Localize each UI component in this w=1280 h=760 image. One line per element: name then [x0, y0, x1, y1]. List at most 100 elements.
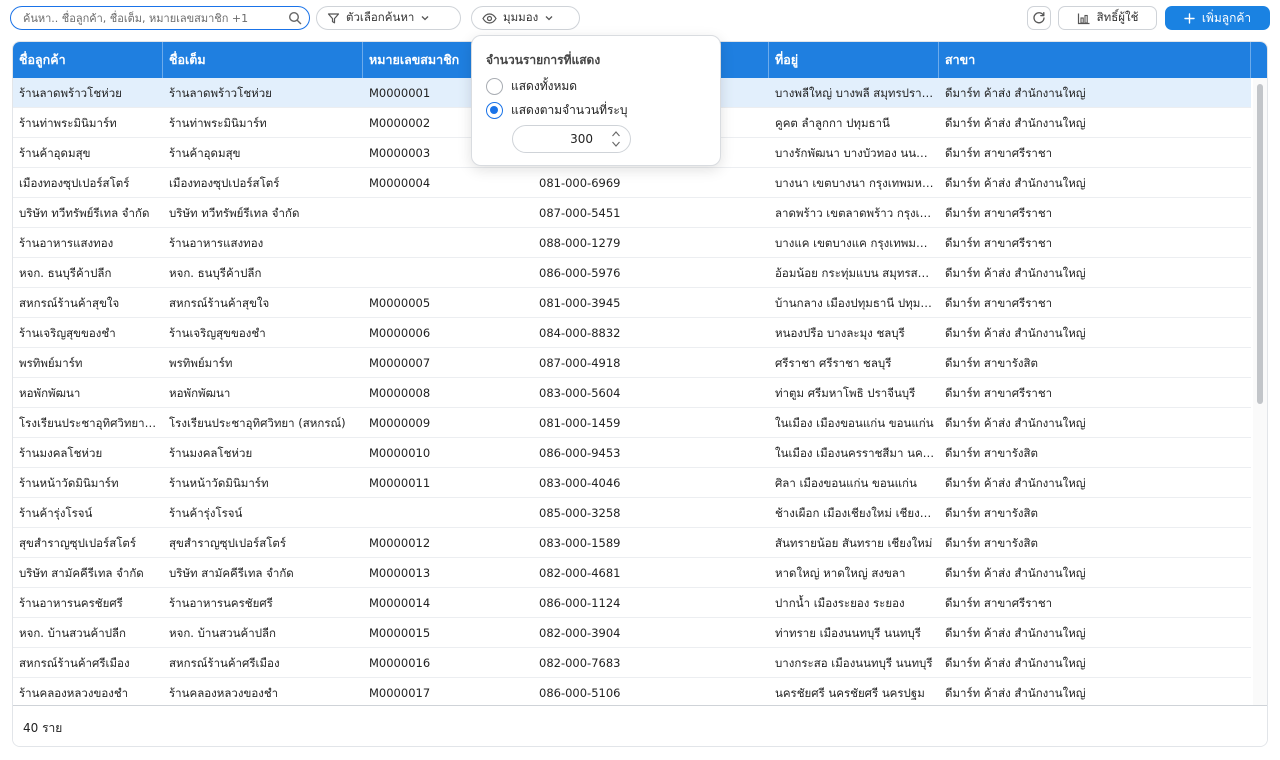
radio-show-all[interactable]: แสดงทั้งหมด [486, 77, 577, 96]
search-input[interactable] [23, 10, 285, 26]
cell-full-name: พรทิพย์มาร์ท [169, 356, 233, 370]
table-row[interactable]: ร้านคลองหลวงของชำ ร้านคลองหลวงของชำ M00000… [13, 678, 1251, 705]
cell-member-number [363, 258, 533, 288]
table-row[interactable]: บริษัท ทวีทรัพย์รีเทล จำกัด บริษัท ทวีทรั… [13, 198, 1251, 228]
table-row[interactable]: สหกรณ์ร้านค้าศรีเมือง สหกรณ์ร้านค้าศรีเมื… [13, 648, 1251, 678]
cell-full-name: ร้านมงคลโชห่วย [169, 446, 253, 460]
cell-phone: 082-000-3904 [539, 626, 621, 640]
column-header-branch[interactable]: สาขา [939, 42, 1251, 78]
table-row[interactable]: สหกรณ์ร้านค้าสุขใจ สหกรณ์ร้านค้าสุขใจ M000… [13, 288, 1251, 318]
radio-show-limited[interactable]: แสดงตามจำนวนที่ระบุ [486, 101, 627, 120]
refresh-button[interactable] [1027, 6, 1051, 30]
cell-customer-name: ร้านคลองหลวงของชำ [19, 686, 129, 700]
cell-full-name: ร้านหน้าวัดมินิมาร์ท [169, 476, 269, 490]
cell-address: บางกระสอ เมืองนนทบุรี นนทบุรี [775, 656, 933, 670]
cell-customer-name: หจก. ธนบุรีค้าปลีก [19, 266, 112, 280]
radio-button[interactable] [486, 102, 503, 119]
view-button[interactable]: มุมมอง [471, 6, 580, 30]
cell-address: สันทรายน้อย สันทราย เชียงใหม่ [775, 536, 933, 550]
column-header-full-name[interactable]: ชื่อเต็ม [163, 42, 363, 78]
table-row[interactable]: ร้านเจริญสุขของชำ ร้านเจริญสุขของชำ M00000… [13, 318, 1251, 348]
add-customer-button[interactable]: เพิ่มลูกค้า [1165, 6, 1270, 30]
cell-phone: 082-000-4681 [539, 566, 621, 580]
radio-button[interactable] [486, 78, 503, 95]
cell-customer-name: สหกรณ์ร้านค้าศรีเมือง [19, 656, 130, 670]
cell-address: ปากน้ำ เมืองระยอง ระยอง [775, 596, 905, 610]
cell-branch: ดีมาร์ท ค้าส่ง สำนักงานใหญ่ [945, 176, 1086, 190]
table-row[interactable]: โรงเรียนประชาอุทิศวิทยา (สหกรณ์) โรงเรียน… [13, 408, 1251, 438]
cell-member-number: M0000006 [369, 326, 431, 340]
cell-member-number [363, 498, 533, 528]
table-row[interactable]: ร้านอาหารนครชัยศรี ร้านอาหารนครชัยศรี M000… [13, 588, 1251, 618]
cell-customer-name: ร้านลาดพร้าวโชห่วย [19, 86, 122, 100]
table-row[interactable]: ร้านมงคลโชห่วย ร้านมงคลโชห่วย M0000010 086-… [13, 438, 1251, 468]
view-label: มุมมอง [503, 10, 539, 24]
cell-member-number: M0000013 [369, 566, 431, 580]
cell-phone: 087-000-5451 [539, 206, 621, 220]
toolbar: ตัวเลือกค้นหา มุมมอง สิทธิ์ผู้ใช้ เพิ่มล… [0, 0, 1280, 40]
cell-address: บางนา เขตบางนา กรุงเทพมหานคร [775, 176, 939, 190]
cell-address: หาดใหญ่ หาดใหญ่ สงขลา [775, 566, 906, 580]
radio-label-show-limited: แสดงตามจำนวนที่ระบุ [511, 103, 628, 117]
search-box[interactable] [10, 6, 310, 30]
cell-customer-name: ร้านหน้าวัดมินิมาร์ท [19, 476, 119, 490]
cell-member-number: M0000017 [369, 686, 431, 700]
cell-full-name: โรงเรียนประชาอุทิศวิทยา (สหกรณ์) [169, 416, 346, 430]
cell-full-name: หจก. บ้านสวนค้าปลีก [169, 626, 277, 640]
add-customer-label: เพิ่มลูกค้า [1201, 10, 1252, 25]
cell-address: บางรักพัฒนา บางบัวทอง นนทบุรี [775, 146, 938, 160]
cell-member-number: M0000009 [369, 416, 431, 430]
stepper-arrows-icon[interactable] [611, 129, 621, 149]
cell-branch: ดีมาร์ท สาขาศรีราชา [945, 236, 1053, 250]
table-row[interactable]: ร้านอาหารแสงทอง ร้านอาหารแสงทอง 088-000-12… [13, 228, 1251, 258]
bar-chart-icon [1077, 13, 1090, 24]
cell-branch: ดีมาร์ท สาขาศรีราชา [945, 296, 1053, 310]
popover-title: จำนวนรายการที่แสดง [486, 53, 601, 67]
cell-branch: ดีมาร์ท ค้าส่ง สำนักงานใหญ่ [945, 326, 1086, 340]
cell-address: บางแค เขตบางแค กรุงเทพมหานคร [775, 236, 939, 250]
table-row[interactable]: ร้านค้ารุ่งโรจน์ ร้านค้ารุ่งโรจน์ 085-000-… [13, 498, 1251, 528]
table-row[interactable]: หอพักพัฒนา หอพักพัฒนา M0000008 083-000-5604… [13, 378, 1251, 408]
permissions-button[interactable]: สิทธิ์ผู้ใช้ [1058, 6, 1157, 30]
cell-address: คูคต ลำลูกกา ปทุมธานี [775, 116, 890, 130]
table-row[interactable]: หจก. บ้านสวนค้าปลีก หจก. บ้านสวนค้าปลีก M0… [13, 618, 1251, 648]
cell-customer-name: ร้านมงคลโชห่วย [19, 446, 103, 460]
chevron-down-icon [421, 16, 429, 21]
count-input[interactable] [521, 131, 593, 147]
cell-branch: ดีมาร์ท ค้าส่ง สำนักงานใหญ่ [945, 86, 1086, 100]
cell-address: ช้างเผือก เมืองเชียงใหม่ เชียงใหม่ [775, 506, 939, 520]
record-count: 40 ราย [23, 721, 63, 735]
column-header-address[interactable]: ที่อยู่ [769, 42, 939, 78]
table-row[interactable]: หจก. ธนบุรีค้าปลีก หจก. ธนบุรีค้าปลีก 086-… [13, 258, 1251, 288]
cell-branch: ดีมาร์ท ค้าส่ง สำนักงานใหญ่ [945, 626, 1086, 640]
count-stepper[interactable] [512, 125, 631, 153]
cell-member-number: M0000005 [369, 296, 431, 310]
cell-address: ศรีราชา ศรีราชา ชลบุรี [775, 356, 892, 370]
vertical-scrollbar[interactable] [1253, 78, 1267, 705]
column-header-customer-name[interactable]: ชื่อลูกค้า [13, 42, 163, 78]
table-row[interactable]: สุขสำราญซุปเปอร์สโตร์ สุขสำราญซุปเปอร์สโต… [13, 528, 1251, 558]
search-options-button[interactable]: ตัวเลือกค้นหา [316, 6, 461, 30]
cell-member-number: M0000008 [369, 386, 431, 400]
table-row[interactable]: พรทิพย์มาร์ท พรทิพย์มาร์ท M0000007 087-000-… [13, 348, 1251, 378]
cell-full-name: ร้านคลองหลวงของชำ [169, 686, 279, 700]
cell-address: ท่าทราย เมืองนนทบุรี นนทบุรี [775, 626, 921, 640]
cell-customer-name: เมืองทองซุปเปอร์สโตร์ [19, 176, 130, 190]
cell-branch: ดีมาร์ท สาขารังสิต [945, 536, 1038, 550]
cell-full-name: หอพักพัฒนา [169, 386, 231, 400]
cell-member-number: M0000010 [369, 446, 431, 460]
cell-full-name: ร้านเจริญสุขของชำ [169, 326, 266, 340]
search-icon[interactable] [288, 11, 302, 25]
table-row[interactable]: เมืองทองซุปเปอร์สโตร์ เมืองทองซุปเปอร์สโต… [13, 168, 1251, 198]
table-body: ร้านลาดพร้าวโชห่วย ร้านลาดพร้าวโชห่วย M000… [13, 78, 1253, 705]
cell-full-name: ร้านลาดพร้าวโชห่วย [169, 86, 272, 100]
cell-phone: 084-000-8832 [539, 326, 621, 340]
cell-full-name: เมืองทองซุปเปอร์สโตร์ [169, 176, 280, 190]
table-row[interactable]: บริษัท สามัคคีรีเทล จำกัด บริษัท สามัคคีร… [13, 558, 1251, 588]
cell-customer-name: โรงเรียนประชาอุทิศวิทยา (สหกรณ์) [19, 416, 163, 430]
cell-full-name: หจก. ธนบุรีค้าปลีก [169, 266, 262, 280]
eye-icon [482, 12, 497, 24]
scrollbar-thumb[interactable] [1257, 84, 1263, 404]
table-row[interactable]: ร้านหน้าวัดมินิมาร์ท ร้านหน้าวัดมินิมาร์ท… [13, 468, 1251, 498]
cell-phone: 083-000-5604 [539, 386, 621, 400]
